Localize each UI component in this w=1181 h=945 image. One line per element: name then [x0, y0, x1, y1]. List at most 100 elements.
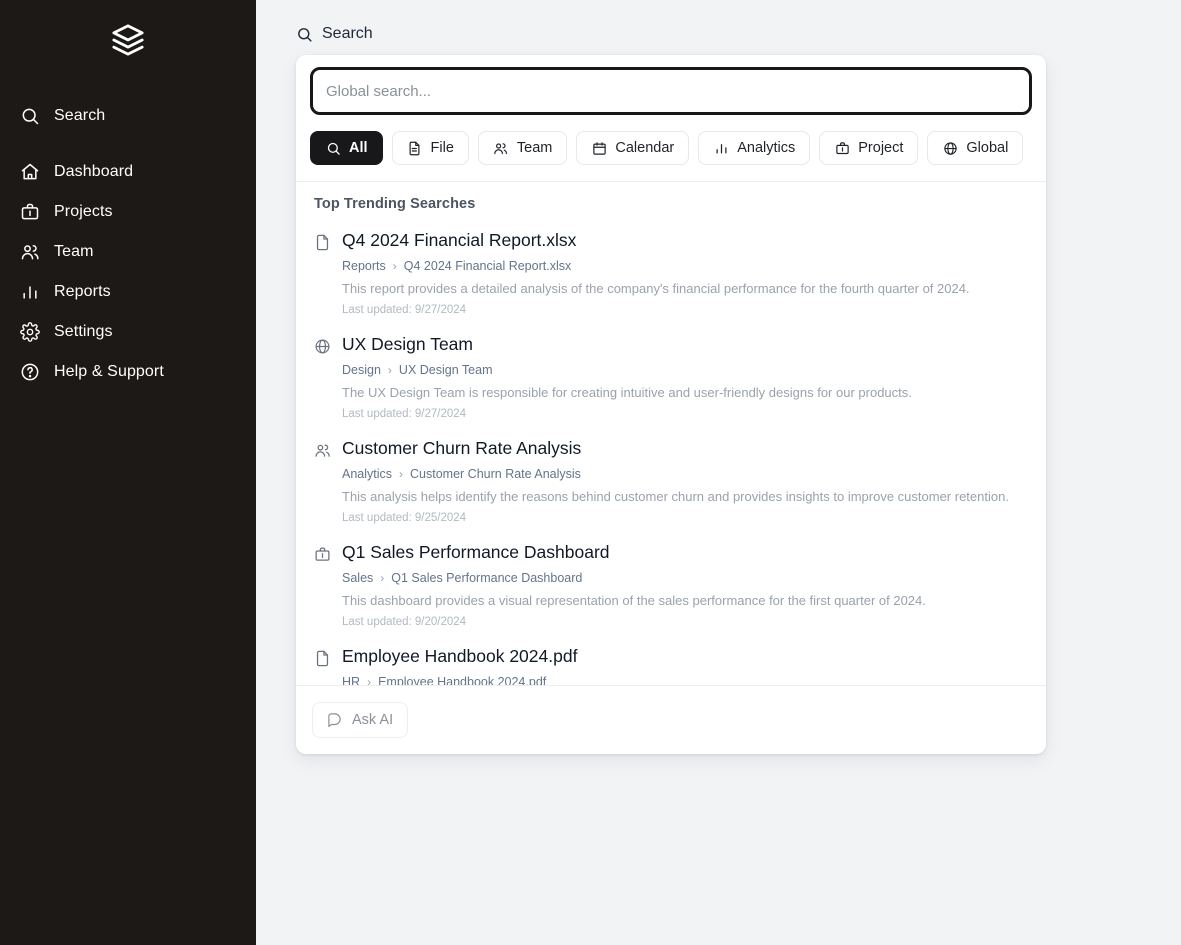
search-input-row	[296, 55, 1046, 115]
tab-label: Analytics	[737, 140, 796, 156]
result-title: Q4 2024 Financial Report.xlsx	[342, 230, 577, 250]
briefcase-icon	[314, 542, 332, 628]
tab-all[interactable]: All	[310, 131, 383, 165]
result-updated: Last updated: 9/27/2024	[342, 304, 467, 317]
users-icon	[314, 438, 332, 524]
result-item[interactable]: Customer Churn Rate Analysis Analytics ›…	[310, 428, 1032, 532]
sidebar-item-label: Search	[54, 107, 106, 124]
search-icon	[325, 140, 341, 156]
breadcrumb: Design › UX Design Team	[342, 363, 1028, 377]
sidebar-item-help-support[interactable]: Help & Support	[0, 352, 256, 392]
sidebar-item-settings[interactable]: Settings	[0, 312, 256, 352]
globe-icon	[314, 334, 332, 420]
search-icon	[296, 26, 313, 43]
ask-ai-label: Ask AI	[352, 712, 394, 728]
tab-project[interactable]: Project	[819, 131, 919, 165]
tab-label: Global	[966, 140, 1009, 156]
tab-label: All	[349, 140, 368, 156]
tab-calendar[interactable]: Calendar	[576, 131, 690, 165]
chevron-right-icon: ›	[399, 466, 404, 481]
sidebar-item-label: Projects	[54, 203, 113, 220]
home-icon	[20, 162, 40, 182]
message-square-icon	[327, 712, 343, 728]
ask-ai-button[interactable]: Ask AI	[312, 702, 409, 738]
search-panel: All File Team	[296, 55, 1046, 754]
breadcrumb-child: Q1 Sales Performance Dashboard	[391, 570, 583, 585]
app-logo[interactable]	[0, 14, 256, 66]
sidebar-item-label: Reports	[54, 283, 111, 300]
globe-icon	[942, 140, 958, 156]
result-body: Employee Handbook 2024.pdf HR › Employee…	[342, 646, 1028, 686]
breadcrumb-child: Employee Handbook 2024.pdf	[378, 674, 547, 686]
tab-file[interactable]: File	[391, 131, 469, 165]
page-title-label: Search	[322, 25, 373, 42]
result-body: UX Design Team Design › UX Design Team T…	[342, 334, 1028, 420]
result-body: Customer Churn Rate Analysis Analytics ›…	[342, 438, 1028, 524]
sidebar: Search Dashboard Projects Team Reports S…	[0, 0, 256, 945]
breadcrumb-child: Q4 2024 Financial Report.xlsx	[403, 258, 572, 273]
briefcase-icon	[834, 140, 850, 156]
breadcrumb: HR › Employee Handbook 2024.pdf	[342, 674, 1028, 686]
breadcrumb-parent: Analytics	[342, 466, 393, 481]
main-content: Search All File	[256, 0, 1181, 945]
result-updated: Last updated: 9/20/2024	[342, 616, 467, 629]
tab-global[interactable]: Global	[927, 131, 1024, 165]
gear-icon	[20, 322, 40, 342]
sidebar-item-team[interactable]: Team	[0, 232, 256, 272]
sidebar-item-dashboard[interactable]: Dashboard	[0, 152, 256, 192]
tab-label: Calendar	[615, 140, 675, 156]
sidebar-item-search[interactable]: Search	[0, 96, 256, 136]
tab-team[interactable]: Team	[477, 131, 568, 165]
result-item[interactable]: Q4 2024 Financial Report.xlsx Reports › …	[310, 220, 1032, 324]
users-icon	[493, 140, 509, 156]
users-icon	[20, 242, 40, 262]
breadcrumb-parent: HR	[342, 674, 361, 686]
result-title: Employee Handbook 2024.pdf	[342, 646, 578, 667]
tab-analytics[interactable]: Analytics	[698, 131, 811, 165]
app-root: Search Dashboard Projects Team Reports S…	[0, 0, 1181, 945]
result-description: The UX Design Team is responsible for cr…	[342, 384, 912, 400]
file-icon	[314, 646, 332, 685]
result-updated: Last updated: 9/27/2024	[342, 408, 467, 421]
briefcase-icon	[20, 202, 40, 222]
breadcrumb: Reports › Q4 2024 Financial Report.xlsx	[342, 259, 1028, 273]
bar-chart-icon	[20, 282, 40, 302]
result-description: This analysis helps identify the reasons…	[342, 488, 1009, 504]
result-title: UX Design Team	[342, 334, 473, 355]
chevron-right-icon: ›	[387, 362, 392, 377]
result-title: Q1 Sales Performance Dashboard	[342, 542, 610, 563]
file-icon	[314, 230, 332, 316]
results-container: Top Trending Searches Q4 2024 Financial …	[296, 182, 1046, 686]
bar-chart-icon	[713, 140, 729, 156]
help-circle-icon	[20, 362, 40, 382]
result-title: Customer Churn Rate Analysis	[342, 438, 582, 459]
results-section-title: Top Trending Searches	[314, 196, 476, 212]
breadcrumb: Sales › Q1 Sales Performance Dashboard	[342, 571, 1028, 585]
result-item[interactable]: UX Design Team Design › UX Design Team T…	[310, 324, 1032, 428]
panel-footer: Ask AI	[296, 686, 1046, 754]
chevron-right-icon: ›	[380, 570, 385, 585]
sidebar-item-label: Dashboard	[54, 163, 134, 180]
sidebar-item-reports[interactable]: Reports	[0, 272, 256, 312]
search-input[interactable]	[310, 67, 1032, 115]
tab-label: File	[430, 140, 454, 156]
breadcrumb-parent: Design	[342, 362, 381, 377]
chevron-right-icon: ›	[367, 674, 372, 686]
breadcrumb: Analytics › Customer Churn Rate Analysis	[342, 467, 1028, 481]
result-item[interactable]: Employee Handbook 2024.pdf HR › Employee…	[310, 636, 1032, 686]
breadcrumb-parent: Reports	[342, 258, 386, 273]
sidebar-item-projects[interactable]: Projects	[0, 192, 256, 232]
result-description: This report provides a detailed analysis…	[342, 280, 970, 296]
breadcrumb-child: Customer Churn Rate Analysis	[410, 466, 581, 481]
results-scroll-area[interactable]: Top Trending Searches Q4 2024 Financial …	[296, 182, 1046, 686]
chevron-right-icon: ›	[392, 258, 397, 273]
result-item[interactable]: Q1 Sales Performance Dashboard Sales › Q…	[310, 532, 1032, 636]
search-icon	[20, 106, 40, 126]
sidebar-item-label: Help & Support	[54, 363, 164, 380]
file-icon	[407, 140, 423, 156]
result-updated: Last updated: 9/25/2024	[342, 512, 467, 525]
tab-label: Project	[858, 140, 904, 156]
result-body: Q1 Sales Performance Dashboard Sales › Q…	[342, 542, 1028, 628]
sidebar-nav: Search Dashboard Projects Team Reports S…	[0, 96, 256, 392]
sidebar-divider	[0, 136, 256, 152]
